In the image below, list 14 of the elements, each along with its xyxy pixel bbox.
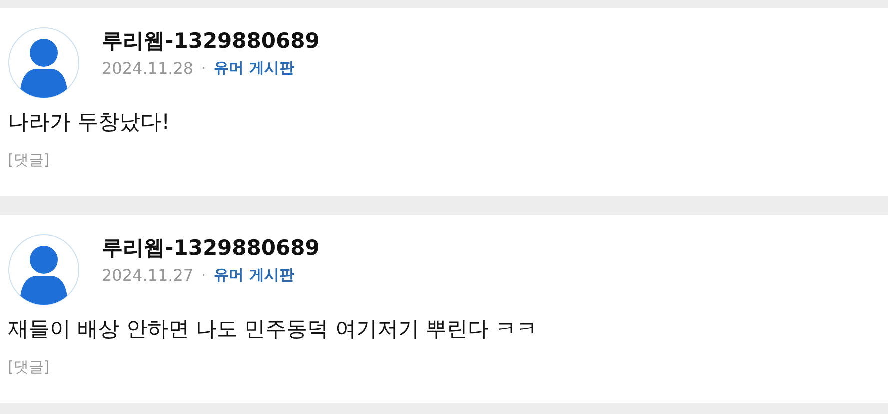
board-link[interactable]: 유머 게시판 [214, 59, 294, 78]
separator-dot: · [202, 268, 206, 284]
board-link[interactable]: 유머 게시판 [214, 266, 294, 285]
comment-link[interactable]: [댓글] [8, 151, 50, 170]
post-text: 재들이 배상 안하면 나도 민주동덕 여기저기 뿌린다 ㅋㅋ [8, 316, 539, 343]
separator-dot: · [202, 60, 206, 76]
avatar-icon [8, 27, 80, 99]
avatar-icon [8, 234, 80, 306]
post-date: 2024.11.27 [102, 266, 194, 285]
post-date: 2024.11.28 [102, 59, 194, 78]
comment-link[interactable]: [댓글] [8, 358, 50, 377]
author-name[interactable]: 루리웹-1329880689 [102, 234, 320, 262]
post-text: 나라가 두창났다! [8, 109, 172, 136]
author-name[interactable]: 루리웹-1329880689 [102, 27, 320, 55]
